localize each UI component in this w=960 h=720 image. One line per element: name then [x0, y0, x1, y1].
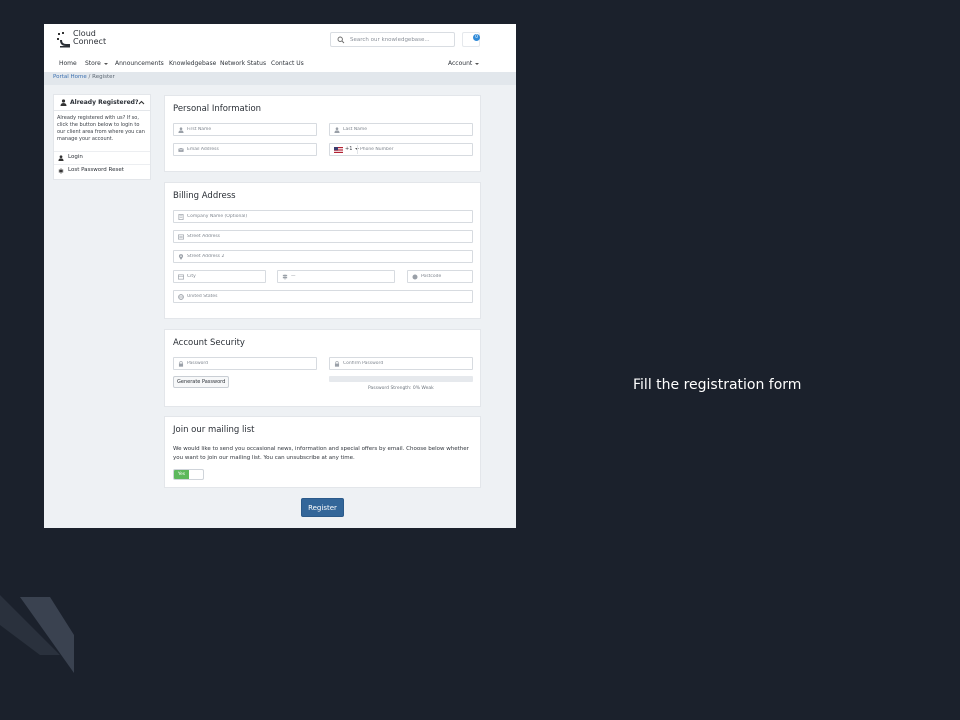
breadcrumb-current: Register [92, 74, 115, 80]
dial-code-value: +1 [345, 146, 353, 152]
mailing-list-title: Join our mailing list [173, 425, 255, 435]
state-field[interactable] [277, 270, 395, 283]
sidebar-already-registered: Already Registered? Already registered w… [53, 94, 151, 180]
chevron-down-icon [103, 62, 108, 65]
sidebar-lost-password-link[interactable]: Lost Password Reset [54, 164, 150, 176]
billing-address-card: Billing Address [164, 182, 481, 319]
first-name-field[interactable] [173, 123, 317, 136]
brand-line-2: Connect [73, 37, 107, 46]
personal-info-title: Personal Information [173, 104, 262, 114]
cart-button[interactable]: 0 [462, 32, 480, 47]
nav-home[interactable]: Home [59, 60, 77, 67]
nav-announcements[interactable]: Announcements [115, 60, 164, 67]
password-strength-text: Password Strength: 0% Weak [368, 386, 434, 391]
nav-account[interactable]: Account [448, 60, 480, 67]
password-strength-bar [329, 376, 473, 382]
register-button[interactable]: Register [301, 498, 344, 517]
country-select[interactable] [173, 290, 473, 303]
sidebar-description: Already registered with us? If so, click… [57, 115, 145, 142]
decorative-chevron-icon [0, 595, 74, 673]
city-field[interactable] [173, 270, 266, 283]
user-icon [58, 155, 64, 161]
user-icon [178, 127, 184, 133]
postcode-field[interactable] [407, 270, 473, 283]
city-icon [178, 274, 184, 280]
confirm-password-field[interactable] [329, 357, 473, 370]
last-name-field[interactable] [329, 123, 473, 136]
breadcrumb-separator: / [88, 74, 91, 80]
chevron-up-icon[interactable] [138, 100, 145, 105]
city-input[interactable] [187, 272, 262, 281]
sidebar-login-label: Login [68, 154, 83, 160]
asterisk-icon [58, 168, 64, 174]
email-input[interactable] [187, 145, 313, 154]
nav-knowledgebase[interactable]: Knowledgebase [169, 60, 216, 67]
country-input[interactable] [187, 292, 469, 301]
mailing-list-toggle[interactable]: Yes [173, 469, 204, 480]
envelope-icon [178, 147, 184, 152]
sidebar-header[interactable]: Already Registered? [54, 95, 150, 111]
site-header: Cloud Connect 0 Home Store Announcements… [44, 24, 516, 72]
street-address-field[interactable] [173, 230, 473, 243]
breadcrumb-bar: Portal Home / Register [44, 72, 516, 85]
lock-icon [334, 361, 340, 367]
cloud-connect-logo-icon [57, 32, 70, 48]
personal-info-card: Personal Information +1 [164, 95, 481, 172]
address-card-icon [178, 234, 184, 240]
nav-network-status[interactable]: Network Status [220, 60, 266, 67]
main-nav: Home Store Announcements Knowledgebase N… [44, 60, 516, 72]
globe-icon [178, 294, 184, 300]
password-input[interactable] [187, 359, 313, 368]
user-icon [60, 99, 67, 106]
mailing-list-description: We would like to send you occasional new… [173, 446, 469, 461]
password-field[interactable] [173, 357, 317, 370]
phone-divider [357, 145, 358, 154]
breadcrumb: Portal Home / Register [53, 74, 115, 80]
street-address-input[interactable] [187, 232, 469, 241]
first-name-input[interactable] [187, 125, 313, 134]
nav-store-label: Store [85, 60, 101, 67]
building-icon [178, 214, 184, 220]
billing-address-title: Billing Address [173, 191, 236, 201]
nav-account-label: Account [448, 60, 473, 67]
account-security-card: Account Security Generate Password Passw… [164, 329, 481, 407]
task-caption: Fill the registration form [633, 377, 802, 393]
brand-logo[interactable]: Cloud Connect [57, 30, 119, 50]
map-signs-icon [282, 274, 288, 280]
brand-name: Cloud Connect [73, 30, 106, 46]
search-input[interactable] [350, 34, 450, 45]
state-input[interactable] [291, 272, 391, 281]
email-field[interactable] [173, 143, 317, 156]
us-flag-icon[interactable] [334, 147, 343, 153]
toggle-yes-label: Yes [174, 470, 189, 479]
company-field[interactable] [173, 210, 473, 223]
search-icon [337, 36, 345, 44]
map-marker-icon [178, 254, 184, 260]
phone-field[interactable]: +1 [329, 143, 473, 156]
confirm-password-input[interactable] [343, 359, 469, 368]
nav-store[interactable]: Store [85, 60, 108, 67]
mailing-list-card: Join our mailing list We would like to s… [164, 416, 481, 488]
phone-input[interactable] [360, 145, 470, 154]
breadcrumb-home-link[interactable]: Portal Home [53, 74, 87, 80]
sidebar-login-link[interactable]: Login [54, 151, 150, 163]
browser-window: Cloud Connect 0 Home Store Announcements… [44, 24, 516, 528]
postcode-input[interactable] [421, 272, 469, 281]
certificate-icon [412, 274, 418, 280]
search-box[interactable] [330, 32, 455, 47]
street-address-2-field[interactable] [173, 250, 473, 263]
street-address-2-input[interactable] [187, 252, 469, 261]
chevron-down-icon [475, 62, 480, 65]
sidebar-lost-password-label: Lost Password Reset [68, 167, 124, 173]
company-input[interactable] [187, 212, 469, 221]
cart-count-badge: 0 [473, 34, 480, 41]
sidebar-title: Already Registered? [70, 99, 139, 106]
generate-password-button[interactable]: Generate Password [173, 376, 230, 388]
user-icon [334, 127, 340, 133]
stage: Fill the registration form Cloud Connect [0, 0, 960, 720]
nav-contact-us[interactable]: Contact Us [271, 60, 304, 67]
lock-icon [178, 361, 184, 367]
account-security-title: Account Security [173, 338, 245, 348]
last-name-input[interactable] [343, 125, 469, 134]
